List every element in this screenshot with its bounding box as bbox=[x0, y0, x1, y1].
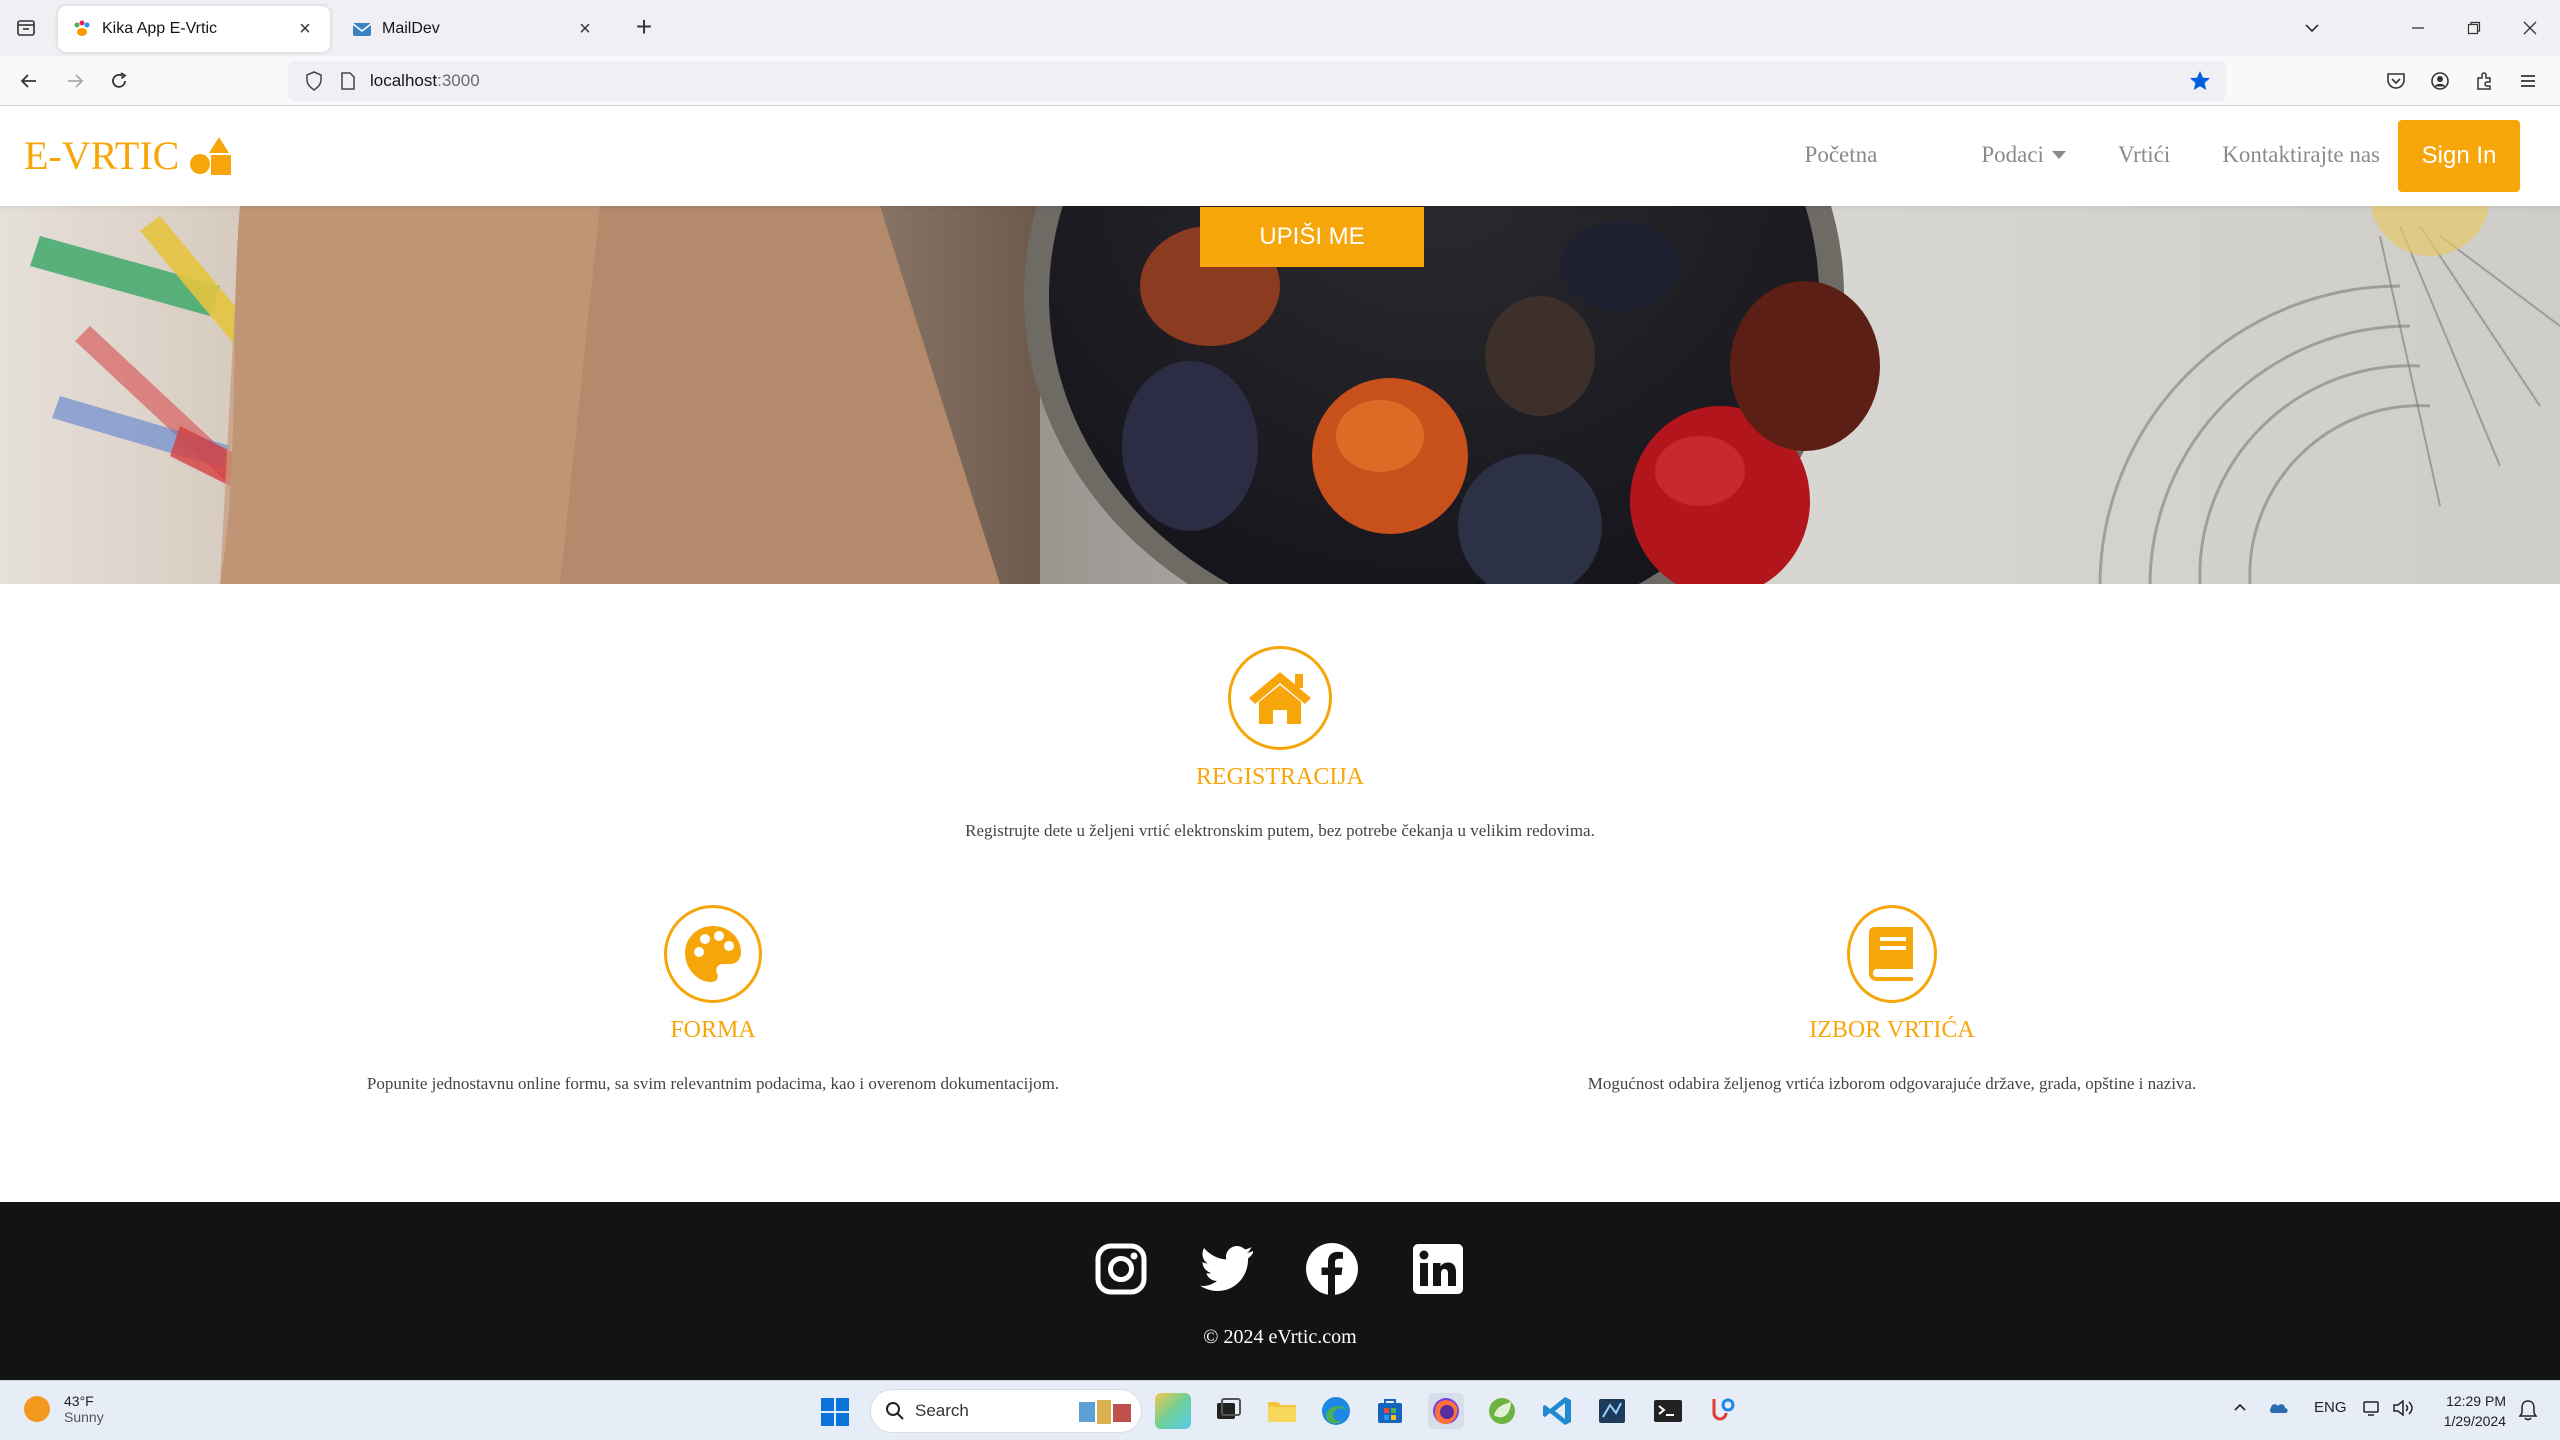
new-tab-button[interactable]: + bbox=[630, 13, 658, 42]
terminal-icon[interactable] bbox=[1650, 1393, 1686, 1429]
restore-icon[interactable] bbox=[2458, 12, 2490, 44]
spring-tool-icon[interactable] bbox=[1484, 1393, 1520, 1429]
book-icon bbox=[1869, 927, 1913, 981]
system-clock[interactable]: 12:29 PM 1/29/2024 bbox=[2444, 1391, 2506, 1431]
search-icon bbox=[886, 1402, 904, 1420]
reload-icon[interactable] bbox=[104, 66, 134, 96]
feature-icon-circle bbox=[664, 905, 762, 1003]
nav-podaci-label: Podaci bbox=[1981, 142, 2044, 167]
forward-icon[interactable] bbox=[60, 66, 90, 96]
page-info-icon[interactable] bbox=[336, 69, 360, 93]
tray-chevron-up-icon[interactable] bbox=[2232, 1399, 2248, 1419]
language-indicator[interactable]: ENG bbox=[2314, 1399, 2347, 1416]
weather-widget[interactable]: 43°F Sunny bbox=[24, 1393, 104, 1425]
nav-kontakt[interactable]: Kontaktirajte nas bbox=[2222, 142, 2380, 168]
tab-title: Kika App E-Vrtic bbox=[102, 20, 218, 37]
sign-in-button[interactable]: Sign In bbox=[2398, 120, 2520, 192]
menu-icon[interactable] bbox=[2516, 69, 2540, 93]
palette-icon bbox=[685, 926, 741, 982]
site-footer: © 2024 eVrtic.com bbox=[0, 1202, 2560, 1380]
file-explorer-icon[interactable] bbox=[1264, 1393, 1300, 1429]
edge-browser-icon[interactable] bbox=[1318, 1393, 1354, 1429]
feature-description: Mogućnost odabira željenog vrtića izboro… bbox=[1587, 1074, 2197, 1093]
pocket-icon[interactable] bbox=[2384, 69, 2408, 93]
notification-bell-icon[interactable] bbox=[2518, 1399, 2540, 1421]
tab-list-icon[interactable] bbox=[14, 16, 38, 40]
brand-logo[interactable]: E-VRTIC bbox=[24, 132, 233, 179]
main-nav: Početna Podaci Vrtići Kontaktirajte nas bbox=[1753, 142, 2380, 168]
brand-name: E-VRTIC bbox=[24, 133, 180, 178]
url-port: :3000 bbox=[437, 71, 480, 90]
taskbar-search-box[interactable]: Search bbox=[870, 1389, 1142, 1433]
url-text: localhost:3000 bbox=[370, 71, 480, 91]
nav-pocetna[interactable]: Početna bbox=[1805, 142, 1878, 168]
feature-icon-circle bbox=[1847, 905, 1937, 1003]
windows-start-icon[interactable] bbox=[820, 1397, 850, 1427]
mail-favicon-icon bbox=[352, 19, 372, 39]
linkedin-icon[interactable] bbox=[1411, 1242, 1465, 1296]
close-tab-icon[interactable]: × bbox=[294, 18, 316, 40]
minimize-icon[interactable] bbox=[2402, 12, 2434, 44]
shield-icon[interactable] bbox=[302, 69, 326, 93]
close-window-icon[interactable] bbox=[2514, 12, 2546, 44]
search-highlight-icon bbox=[1079, 1400, 1131, 1424]
onedrive-icon[interactable] bbox=[2268, 1399, 2290, 1421]
enroll-button[interactable]: UPIŠI ME bbox=[1200, 207, 1424, 267]
tab-overflow-chevron-icon[interactable] bbox=[2296, 12, 2328, 44]
twitter-icon[interactable] bbox=[1199, 1242, 1253, 1296]
store-icon[interactable] bbox=[1372, 1393, 1408, 1429]
site-header: E-VRTIC Početna Podaci Vrtići Kontaktira… bbox=[0, 106, 2560, 206]
caret-down-icon bbox=[2051, 151, 2066, 159]
feature-izbor-vrtica: IZBOR VRTIĆA Mogućnost odabira željenog … bbox=[1492, 905, 2292, 1094]
nav-vrtici[interactable]: Vrtići bbox=[2118, 142, 2170, 168]
feature-title: IZBOR VRTIĆA bbox=[1809, 1017, 1975, 1043]
feature-title: FORMA bbox=[670, 1017, 756, 1043]
tab-kika-app[interactable]: Kika App E-Vrtic × bbox=[58, 6, 330, 52]
windows-taskbar: 43°F Sunny Search ENG 12:29 PM 1/29/2024 bbox=[0, 1380, 2560, 1440]
close-tab-icon[interactable]: × bbox=[574, 18, 596, 40]
db-tool-icon[interactable] bbox=[1594, 1393, 1630, 1429]
tab-title: MailDev bbox=[382, 20, 440, 37]
feature-description: Popunite jednostavnu online formu, sa sv… bbox=[366, 1074, 1060, 1093]
sun-icon bbox=[24, 1396, 50, 1422]
feature-title: REGISTRACIJA bbox=[1195, 764, 1364, 790]
feature-forma: FORMA Popunite jednostavnu online formu,… bbox=[313, 905, 1113, 1094]
nav-podaci-dropdown[interactable]: Podaci bbox=[1929, 142, 2066, 168]
account-icon[interactable] bbox=[2428, 69, 2452, 93]
snipping-tool-icon[interactable] bbox=[1704, 1393, 1740, 1429]
task-view-icon[interactable] bbox=[1210, 1393, 1246, 1429]
feature-icon-circle bbox=[1228, 646, 1332, 750]
clock-time: 12:29 PM bbox=[2446, 1393, 2506, 1409]
search-label: Search bbox=[915, 1401, 969, 1420]
weather-desc: Sunny bbox=[64, 1409, 104, 1425]
weather-temp: 43°F bbox=[64, 1393, 94, 1409]
paw-favicon-icon bbox=[72, 19, 92, 39]
shapes-icon bbox=[190, 136, 232, 175]
network-icon[interactable] bbox=[2362, 1399, 2382, 1421]
address-bar[interactable]: localhost:3000 bbox=[288, 61, 2226, 101]
clock-date: 1/29/2024 bbox=[2443, 1413, 2506, 1429]
volume-icon[interactable] bbox=[2392, 1399, 2414, 1421]
feature-description: Registrujte dete u željeni vrtić elektro… bbox=[965, 821, 1595, 840]
vscode-icon[interactable] bbox=[1540, 1393, 1576, 1429]
facebook-icon[interactable] bbox=[1305, 1242, 1359, 1296]
copilot-app-icon[interactable] bbox=[1155, 1393, 1191, 1429]
home-icon bbox=[1249, 672, 1311, 724]
bookmark-star-icon[interactable] bbox=[2188, 69, 2212, 93]
feature-registracija: REGISTRACIJA Registrujte dete u željeni … bbox=[880, 646, 1680, 841]
tab-maildev[interactable]: MailDev × bbox=[338, 6, 610, 52]
firefox-icon[interactable] bbox=[1428, 1393, 1464, 1429]
back-icon[interactable] bbox=[14, 66, 44, 96]
browser-toolbar: localhost:3000 bbox=[0, 56, 2560, 106]
instagram-icon[interactable] bbox=[1094, 1242, 1148, 1296]
url-host: localhost bbox=[370, 71, 438, 90]
browser-tab-bar: Kika App E-Vrtic × MailDev × + bbox=[0, 0, 2560, 56]
copyright-text: © 2024 eVrtic.com bbox=[1203, 1326, 1357, 1348]
extensions-icon[interactable] bbox=[2472, 69, 2496, 93]
